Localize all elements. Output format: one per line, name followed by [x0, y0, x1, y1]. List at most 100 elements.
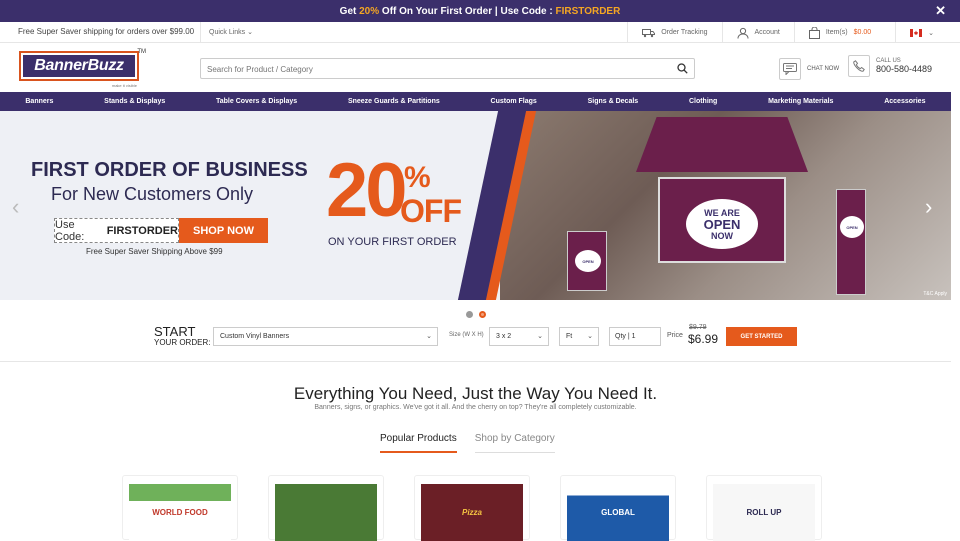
hero-discount-percent: % — [404, 161, 431, 194]
tab-shop-by-category[interactable]: Shop by Category — [474, 433, 555, 453]
search-input[interactable] — [201, 60, 661, 79]
product-select-value: Custom Vinyl Banners — [220, 333, 290, 340]
tab-popular-products[interactable]: Popular Products — [380, 433, 457, 453]
shopping-bag-icon — [808, 26, 820, 39]
nav-item-marketing-materials[interactable]: Marketing Materials — [768, 98, 833, 105]
cart-label: Item(s) — [825, 29, 848, 36]
new-price: $6.99 — [688, 332, 719, 346]
unit-select[interactable]: Ft ⌄ — [559, 327, 599, 346]
logo-trademark: TM — [137, 49, 146, 55]
hero-banner[interactable]: FIRST ORDER OF BUSINESS For New Customer… — [0, 111, 951, 300]
hero-discount-off: OFF — [400, 193, 462, 229]
carousel-dots — [466, 311, 486, 318]
nav-item-accessories[interactable]: Accessories — [884, 98, 925, 105]
nav-item-table-covers[interactable]: Table Covers & Displays — [216, 98, 297, 105]
promo-code: FIRSTORDER — [555, 5, 621, 17]
product-select[interactable]: Custom Vinyl Banners ⌄ — [213, 327, 438, 346]
unit-select-value: Ft — [566, 333, 573, 340]
product-card[interactable]: WORLD FOOD — [122, 475, 238, 541]
chevron-down-icon: ⌄ — [247, 29, 254, 36]
product-card[interactable]: GLOBAL — [560, 475, 676, 541]
nav-item-banners[interactable]: Banners — [25, 98, 53, 105]
carousel-dot[interactable] — [466, 311, 473, 318]
phone-icon — [848, 55, 870, 77]
hero-code-box: Use Code: FIRSTORDER — [54, 218, 179, 243]
old-price: $9.79 — [689, 324, 707, 331]
rollup-open-sign: OPEN — [840, 216, 864, 238]
shipping-notice: Free Super Saver shipping for orders ove… — [18, 27, 195, 36]
tent-open-sign: WE ARE OPEN NOW — [686, 199, 758, 249]
promo-percent: 20% — [359, 5, 380, 17]
nav-item-signs-decals[interactable]: Signs & Decals — [588, 98, 639, 105]
hero-subhead: For New Customers Only — [51, 184, 254, 204]
chat-now-button[interactable]: CHAT NOW — [779, 58, 839, 80]
quantity-value: 1 — [631, 333, 636, 340]
hero-headline: FIRST ORDER OF BUSINESS — [31, 159, 308, 181]
carousel-prev-arrow[interactable]: ‹ — [12, 196, 19, 218]
order-tracking-link[interactable]: Order Tracking — [627, 22, 721, 43]
promo-prefix: Get — [339, 5, 357, 17]
promo-middle: Off On Your First Order | Use Code : — [381, 5, 553, 17]
section-subtitle: Banners, signs, or graphics. We've got i… — [314, 404, 637, 411]
get-started-button[interactable]: GET STARTED — [726, 327, 797, 346]
account-link[interactable]: Account — [721, 22, 794, 43]
size-label: Size (W X H) — [449, 332, 484, 338]
search-icon[interactable] — [677, 63, 688, 74]
size-select[interactable]: 3 x 2 ⌄ — [489, 327, 549, 346]
product-image-text: Pizza — [461, 508, 482, 517]
price-label: Price — [667, 332, 683, 339]
utility-bar: Free Super Saver shipping for orders ove… — [0, 22, 960, 43]
product-card[interactable]: ROLL UP — [706, 475, 822, 541]
carousel-dot-active[interactable] — [479, 311, 486, 318]
quantity-label: Qty | — [615, 333, 630, 340]
tent-canopy — [636, 117, 808, 172]
chat-icon — [779, 58, 801, 80]
nav-item-custom-flags[interactable]: Custom Flags — [491, 98, 537, 105]
product-image: WORLD FOOD — [129, 484, 231, 541]
quantity-field[interactable]: Qty | 1 — [609, 327, 661, 346]
product-image — [275, 484, 377, 541]
account-label: Account — [754, 29, 780, 36]
shop-now-button[interactable]: SHOP NOW — [179, 218, 268, 243]
product-list: WORLD FOOD Pizza GLOBAL ROLL UP — [122, 475, 822, 541]
site-header: BannerBuzz TM make it visible CHAT NOW C… — [0, 43, 960, 92]
tent-text-2: OPEN — [703, 216, 741, 232]
a-frame-open-text: OPEN — [582, 258, 594, 264]
chevron-down-icon: ⌄ — [587, 333, 593, 340]
carousel-next-arrow[interactable]: › — [925, 196, 932, 218]
chevron-down-icon: ⌄ — [426, 333, 432, 340]
quick-links-dropdown[interactable]: Quick Links ⌄ — [200, 22, 253, 43]
close-icon[interactable]: ✕ — [935, 4, 946, 17]
search-bar — [200, 58, 695, 79]
a-frame-sign: OPEN — [567, 231, 607, 291]
product-image: GLOBAL — [567, 484, 669, 541]
size-select-value: 3 x 2 — [496, 333, 512, 340]
section-title: Everything You Need, Just the Way You Ne… — [293, 384, 658, 403]
product-image-text: GLOBAL — [601, 508, 635, 517]
canada-flag-icon — [910, 28, 923, 37]
product-image: ROLL UP — [713, 484, 815, 541]
cart-link[interactable]: Item(s) $0.00 — [793, 22, 895, 43]
hero-discount-number: 20 — [326, 148, 408, 233]
rollup-open-text: OPEN — [846, 224, 858, 230]
hero-first-order: ON YOUR FIRST ORDER — [328, 236, 457, 248]
tent-text-1: WE ARE — [704, 207, 740, 218]
logo-tagline: make it visible — [111, 83, 137, 88]
quick-order-title-2: YOUR ORDER: — [154, 338, 211, 347]
logo-text: BannerBuzz — [23, 55, 135, 77]
tent-text-3: NOW — [711, 230, 733, 241]
call-us[interactable]: CALL US 800-580-4489 — [848, 55, 932, 77]
nav-item-clothing[interactable]: Clothing — [689, 98, 717, 105]
product-card[interactable] — [268, 475, 384, 541]
terms-apply: T&C Apply — [923, 291, 947, 297]
country-selector[interactable]: ⌄ — [895, 22, 960, 43]
user-icon — [737, 27, 749, 39]
chevron-down-icon: ⌄ — [928, 29, 934, 37]
logo[interactable]: BannerBuzz TM make it visible — [19, 49, 146, 88]
hero-shipping-note: Free Super Saver Shipping Above $99 — [86, 247, 223, 256]
product-card[interactable]: Pizza — [414, 475, 530, 541]
chat-now-label: CHAT NOW — [807, 66, 840, 72]
nav-item-stands-displays[interactable]: Stands & Displays — [104, 98, 165, 105]
product-image-text: WORLD FOOD — [152, 508, 208, 517]
nav-item-sneeze-guards[interactable]: Sneeze Guards & Partitions — [348, 98, 440, 105]
